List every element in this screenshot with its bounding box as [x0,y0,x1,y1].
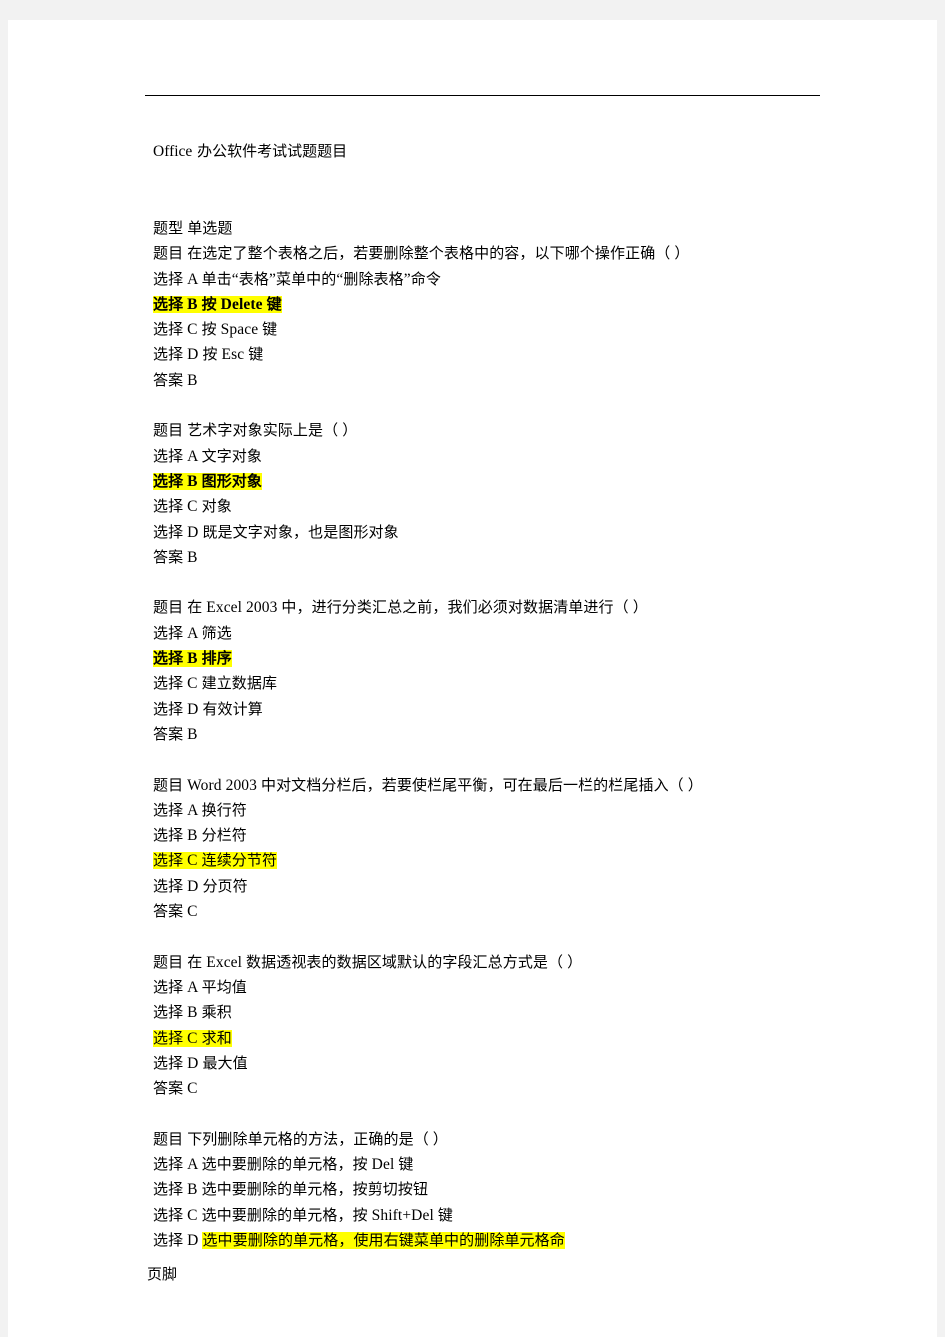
option-line: 选择 C 对象 [153,497,232,516]
option-line: 选择 B 图形对象 [153,469,853,494]
answer-line: 答案 C [153,1079,198,1098]
option-line: 选择 C 选中要删除的单元格，按 Shift+Del 键 [153,1205,453,1224]
option-line: 选择 D 选中要删除的单元格，使用右键菜单中的删除单元格命 [153,1228,853,1253]
question-stem: 题目 在选定了整个表格之后，若要删除整个表格中的容，以下哪个操作正确（ ） [153,244,690,263]
document-page: Office 办公软件考试试题题目 题型 单选题题目 在选定了整个表格之后，若要… [8,20,937,1337]
option-line: 选择 B 按 Delete 键 [153,292,853,317]
option-line: 选择 C 连续分节符 [153,848,853,873]
option-highlighted-text: 选中要删除的单元格，使用右键菜单中的删除单元格命 [202,1230,565,1249]
option-line: 选择 A 平均值 [153,977,247,996]
answer-line: 答案 B [153,547,198,566]
option-line: 选择 B 选中要删除的单元格，按剪切按钮 [153,1180,429,1199]
option-highlighted-text: 选择 B 图形对象 [153,471,262,490]
option-line: 选择 A 单击“表格”菜单中的“删除表格”命令 [153,269,441,288]
page-title-latin: Office [153,143,193,160]
option-highlighted-text: 选择 B 排序 [153,649,232,668]
option-line: 选择 C 按 Space 键 [153,320,278,339]
option-prefix: 选择 D [153,1230,203,1249]
page-title-cjk: 办公软件考试试题题目 [192,142,348,160]
option-line: 选择 B 分栏符 [153,826,247,845]
question-stem: 题目 在 Excel 数据透视表的数据区域默认的字段汇总方式是（ ） [153,952,583,971]
option-line: 选择 A 换行符 [153,800,247,819]
option-line: 选择 A 文字对象 [153,446,262,465]
option-highlighted-text: 选择 C 求和 [153,1028,232,1047]
answer-line: 答案 B [153,724,198,743]
question-stem: 题目 在 Excel 2003 中，进行分类汇总之前，我们必须对数据清单进行（ … [153,598,648,617]
option-line: 选择 B 乘积 [153,1003,232,1022]
question-stem: 题目 下列删除单元格的方法，正确的是（ ） [153,1129,448,1148]
option-line: 选择 D 分页符 [153,876,248,895]
question-stem: 题目 Word 2003 中对文档分栏后，若要使栏尾平衡，可在最后一栏的栏尾插入… [153,775,703,794]
page-title: Office 办公软件考试试题题目 [153,139,347,164]
header-rule [145,95,820,96]
question-list: 题型 单选题题目 在选定了整个表格之后，若要删除整个表格中的容，以下哪个操作正确… [153,216,853,1253]
question-stem: 题目 艺术字对象实际上是（ ） [153,421,358,440]
option-line: 选择 A 筛选 [153,623,232,642]
option-line: 选择 D 既是文字对象，也是图形对象 [153,522,399,541]
option-line: 选择 D 最大值 [153,1053,248,1072]
option-line: 选择 D 按 Esc 键 [153,345,264,364]
option-highlighted-text: 选择 C 连续分节符 [153,851,278,870]
page-footer: 页脚 [147,1265,178,1283]
option-line: 选择 D 有效计算 [153,699,263,718]
option-line: 选择 A 选中要删除的单元格，按 Del 键 [153,1154,414,1173]
answer-line: 答案 C [153,902,198,921]
answer-line: 答案 B [153,370,198,389]
question-type-line: 题型 单选题 [153,219,233,237]
option-highlighted-text: 选择 B 按 Delete 键 [153,294,282,313]
option-line: 选择 B 排序 [153,646,853,671]
option-line: 选择 C 求和 [153,1026,853,1051]
option-line: 选择 C 建立数据库 [153,674,278,693]
